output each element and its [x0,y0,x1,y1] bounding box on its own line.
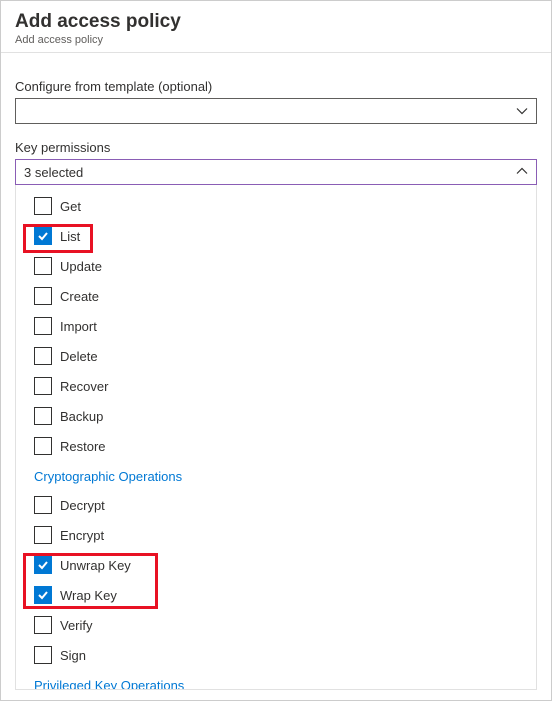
key-permissions-label: Key permissions [15,140,537,155]
key-permissions-summary: 3 selected [24,165,83,180]
template-select[interactable] [15,98,537,124]
page-header: Add access policy Add access policy [1,1,551,53]
checkbox-row[interactable]: Decrypt [16,490,536,520]
checkbox[interactable] [34,586,52,604]
checkbox[interactable] [34,437,52,455]
checkbox[interactable] [34,287,52,305]
checkbox-row[interactable]: Recover [16,371,536,401]
checkbox[interactable] [34,347,52,365]
page-subtitle: Add access policy [15,34,537,46]
checkbox-row[interactable]: Get [16,191,536,221]
template-label: Configure from template (optional) [15,79,537,94]
checkbox[interactable] [34,227,52,245]
key-permissions-select[interactable]: 3 selected [15,159,537,185]
key-permissions-dropdown: Get List Update Create Import Delete Recover Ba… [15,185,537,690]
checkbox-row[interactable]: Import [16,311,536,341]
chevron-up-icon [516,165,528,180]
checkbox[interactable] [34,377,52,395]
checkbox-row[interactable]: Update [16,251,536,281]
checkbox-row[interactable]: Backup [16,401,536,431]
checkbox-row[interactable]: Create [16,281,536,311]
checkbox[interactable] [34,317,52,335]
page-title: Add access policy [15,11,537,33]
checkbox[interactable] [34,197,52,215]
checkbox[interactable] [34,646,52,664]
checkbox-row[interactable]: Sign [16,640,536,670]
checkbox-row[interactable]: Delete [16,341,536,371]
checkbox-row[interactable]: Unwrap Key [16,550,536,580]
checkbox[interactable] [34,556,52,574]
checkbox-label: Create [60,289,99,304]
checkbox-label: Update [60,259,102,274]
checkbox-label: Wrap Key [60,588,117,603]
checkbox-label: Unwrap Key [60,558,131,573]
checkbox-row[interactable]: List [16,221,536,251]
checkbox[interactable] [34,407,52,425]
checkbox-row[interactable]: Wrap Key [16,580,536,610]
checkbox-label: Decrypt [60,498,105,513]
checkbox[interactable] [34,526,52,544]
checkbox[interactable] [34,257,52,275]
checkbox-label: Delete [60,349,98,364]
checkbox-label: Recover [60,379,108,394]
checkbox[interactable] [34,496,52,514]
checkbox-label: Sign [60,648,86,663]
checkbox-row[interactable]: Encrypt [16,520,536,550]
checkbox-label: Verify [60,618,93,633]
section-header: Cryptographic Operations [16,461,536,490]
dropdown-scroll-region[interactable]: Get List Update Create Import Delete Recover Ba… [16,185,536,689]
checkbox-label: Get [60,199,81,214]
checkbox[interactable] [34,616,52,634]
checkbox-label: Backup [60,409,103,424]
checkbox-row[interactable]: Restore [16,431,536,461]
checkbox-label: Encrypt [60,528,104,543]
form-body: Configure from template (optional) Key p… [1,53,551,704]
checkbox-label: Restore [60,439,106,454]
chevron-down-icon [516,105,528,117]
checkbox-label: Import [60,319,97,334]
checkbox-row[interactable]: Verify [16,610,536,640]
section-header: Privileged Key Operations [16,670,536,689]
checkbox-label: List [60,229,80,244]
